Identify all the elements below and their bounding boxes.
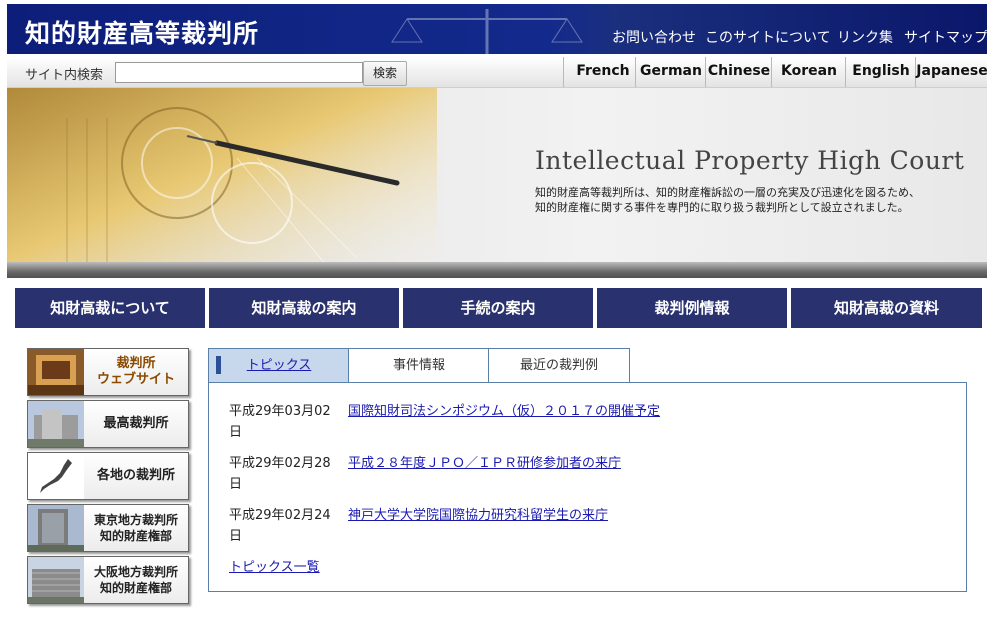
side-link-line-1: 大阪地方裁判所 [93, 565, 178, 579]
side-link-line-2: 知的財産権部 [99, 529, 172, 543]
sitemap-link[interactable]: サイトマップ [904, 27, 988, 47]
banner-pen-blueprint-image [7, 88, 437, 278]
active-tab-marker [216, 356, 221, 374]
topic-date-day: 日 [229, 425, 243, 440]
lang-german[interactable]: German [635, 57, 706, 87]
topic-date-day: 日 [229, 477, 243, 492]
tokyo-court-building-image [28, 505, 84, 551]
banner-description-line-1: 知的財産高等裁判所は、知的財産権訴訟の一層の充実及び迅速化を図るため、 [535, 186, 920, 199]
side-link-tokyo-district-court[interactable]: 東京地方裁判所 知的財産権部 [27, 504, 189, 552]
topic-link[interactable]: 国際知財司法シンポジウム（仮）２０１７の開催予定 [348, 400, 660, 419]
lang-french[interactable]: French [563, 57, 642, 87]
search-language-bar: サイト内検索 検索 French German Chinese Korean E… [7, 57, 988, 88]
side-link-line-1: 東京地方裁判所 [93, 513, 178, 527]
topic-date-day: 日 [229, 529, 243, 544]
topic-date: 平成29年03月02 [229, 404, 331, 419]
search-label: サイト内検索 [25, 68, 104, 83]
site-title[interactable]: 知的財産高等裁判所 [25, 14, 259, 50]
side-link-line-1: 各地の裁判所 [96, 468, 175, 483]
tab-topics-label: トピックス [246, 358, 312, 373]
side-link-courts-website[interactable]: 裁判所 ウェブサイト [27, 348, 189, 396]
side-link-line-2: ウェブサイト [96, 372, 175, 387]
osaka-court-building-image [28, 557, 84, 603]
scales-of-justice-image [391, 9, 583, 54]
topic-link[interactable]: 神戸大学大学院国際協力研究科留学生の来庁 [348, 504, 608, 523]
side-link-regional-courts[interactable]: 各地の裁判所 [27, 452, 189, 500]
lang-japanese[interactable]: Japanese [915, 57, 988, 87]
links-page-link[interactable]: リンク集 [837, 27, 893, 47]
side-link-line-1: 裁判所 [116, 356, 156, 371]
hero-banner [7, 88, 987, 278]
contact-link[interactable]: お問い合わせ [612, 27, 696, 47]
tab-case-info[interactable]: 事件情報 [348, 348, 490, 382]
banner-bottom-stripe [7, 262, 987, 278]
side-link-supreme-court[interactable]: 最高裁判所 [27, 400, 189, 448]
topic-date: 平成29年02月28 [229, 456, 331, 471]
topic-link[interactable]: 平成２８年度ＪＰＯ／ＩＰＲ研修参加者の来庁 [348, 452, 621, 471]
lang-english[interactable]: English [845, 57, 916, 87]
nav-court-guide[interactable]: 知財高裁の案内 [209, 288, 399, 328]
japan-map-icon [28, 453, 84, 499]
banner-description-line-2: 知的財産権に関する事件を専門的に取り扱う裁判所として設立されました。 [535, 201, 909, 214]
lang-chinese[interactable]: Chinese [705, 57, 772, 87]
lang-korean[interactable]: Korean [771, 57, 846, 87]
topic-date: 平成29年02月24 [229, 508, 331, 523]
side-link-osaka-district-court[interactable]: 大阪地方裁判所 知的財産権部 [27, 556, 189, 604]
court-hall-image [28, 349, 84, 395]
nav-procedure-guide[interactable]: 手続の案内 [403, 288, 593, 328]
search-button[interactable]: 検索 [363, 61, 407, 86]
nav-about-court[interactable]: 知財高裁について [15, 288, 205, 328]
nav-court-materials[interactable]: 知財高裁の資料 [791, 288, 982, 328]
topics-list-link[interactable]: トピックス一覧 [229, 556, 320, 575]
about-site-link[interactable]: このサイトについて [705, 27, 831, 47]
nav-case-law[interactable]: 裁判例情報 [597, 288, 787, 328]
supreme-court-building-image [28, 401, 84, 447]
search-input[interactable] [115, 62, 363, 83]
side-link-line-1: 最高裁判所 [103, 416, 169, 431]
tab-recent-cases[interactable]: 最近の裁判例 [488, 348, 630, 382]
tab-topics[interactable]: トピックス [208, 348, 350, 382]
side-link-line-2: 知的財産権部 [99, 581, 172, 595]
banner-title: Intellectual Property High Court [535, 146, 965, 175]
